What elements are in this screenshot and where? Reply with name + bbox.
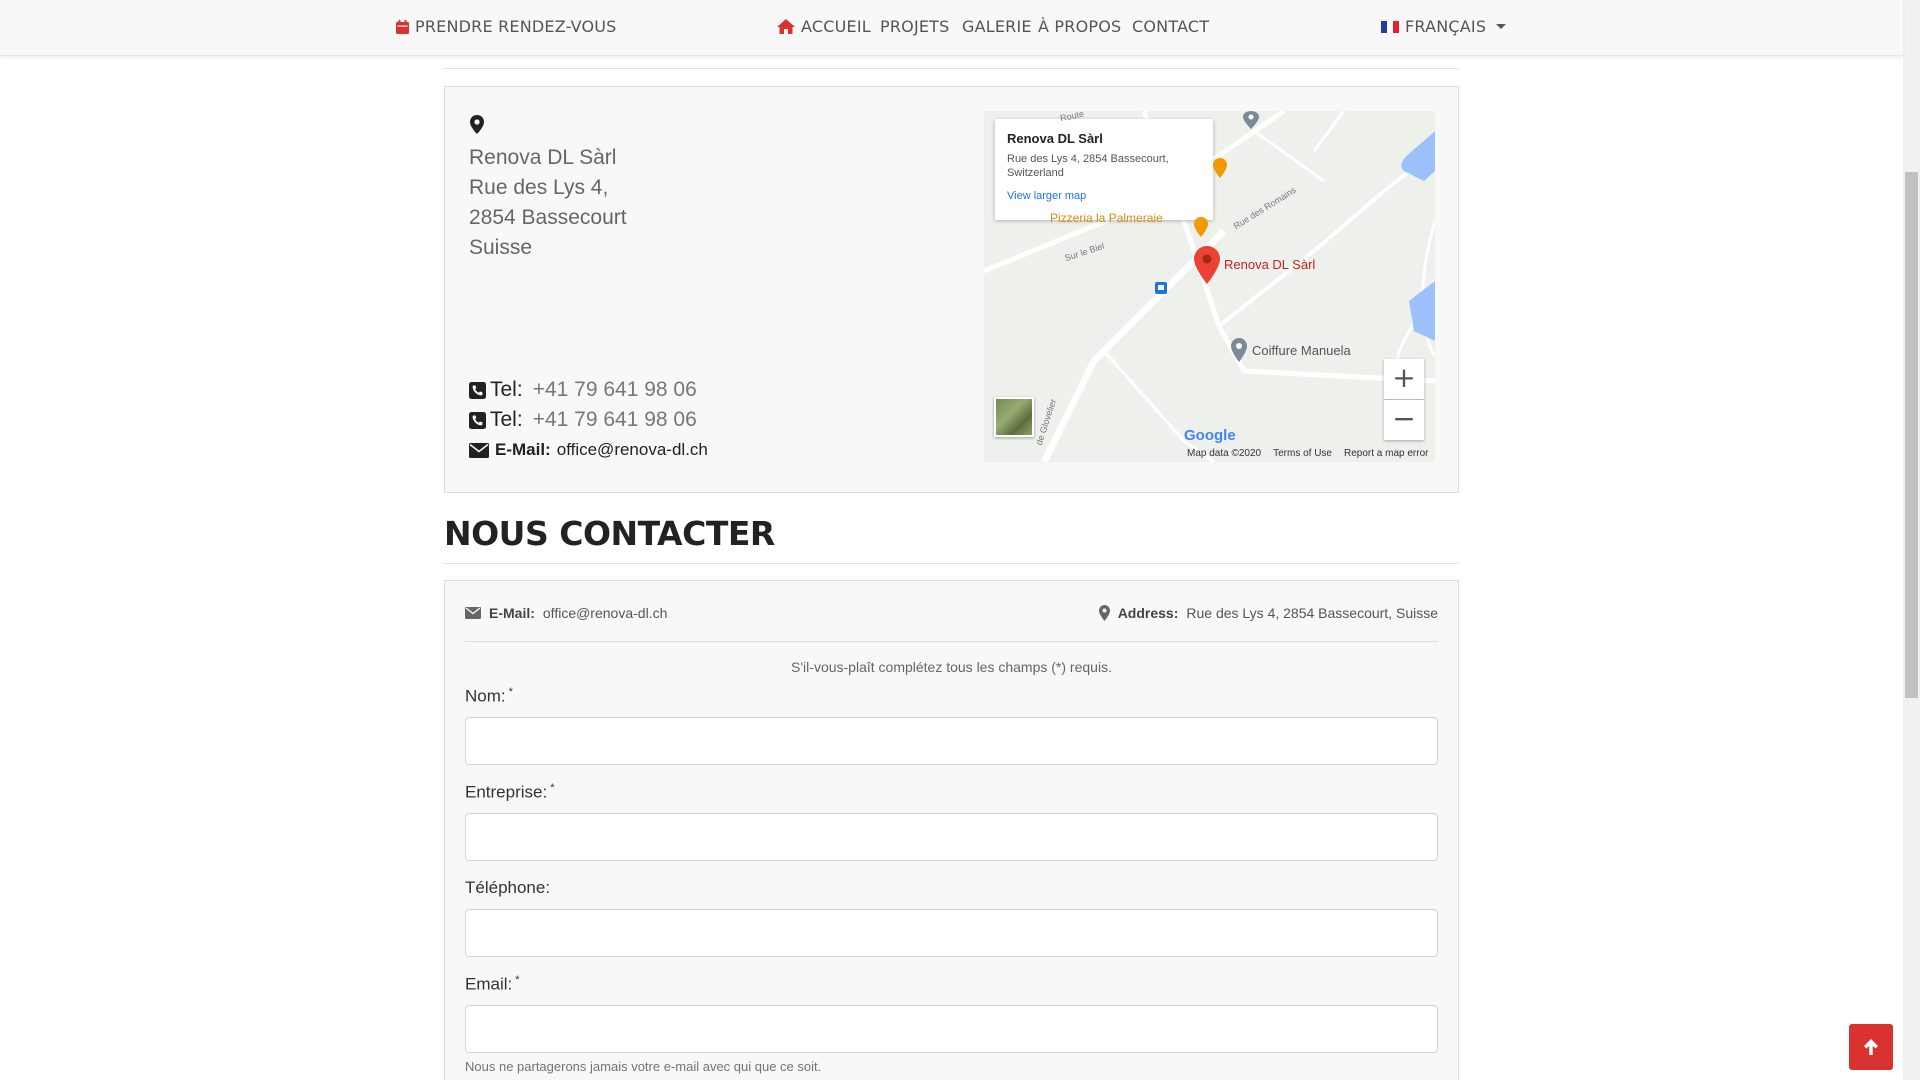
calendar-icon (396, 19, 409, 34)
email-input[interactable] (465, 1005, 1438, 1053)
map-data-credit: Map data ©2020 (1187, 448, 1262, 459)
nav-about[interactable]: À PROPOS (1038, 17, 1121, 36)
street-line: Rue des Lys 4, (469, 176, 609, 199)
phone-number[interactable]: +41 79 641 98 06 (533, 408, 697, 432)
nav-contact[interactable]: CONTACT (1132, 17, 1209, 36)
address-value: Rue des Lys 4, 2854 Bassecourt, Suisse (1186, 605, 1438, 621)
french-flag-icon (1381, 20, 1399, 33)
form-address-info: Address: Rue des Lys 4, 2854 Bassecourt,… (1098, 605, 1438, 621)
language-label: FRANÇAIS (1405, 17, 1487, 36)
required-mark: * (550, 782, 555, 794)
contact-form-card: E-Mail: office@renova-dl.ch Address: Rue… (444, 580, 1459, 1080)
email-label: E-Mail: (489, 605, 535, 621)
divider (465, 641, 1438, 642)
appointment-link[interactable]: PRENDRE RENDEZ-VOUS (396, 17, 617, 36)
city-line: 2854 Bassecourt (469, 206, 627, 229)
bus-stop-icon[interactable] (1155, 282, 1167, 294)
google-map[interactable]: Renova DL Sàrl Rue des Lys 4, 2854 Basse… (984, 111, 1435, 462)
chevron-down-icon (1496, 24, 1507, 29)
poi-pizzeria-label[interactable]: Pizzeria la Palmeraie (1050, 211, 1163, 225)
phone-icon (469, 381, 486, 399)
phone-input[interactable] (465, 909, 1438, 957)
company-name: Renova DL Sàrl (469, 146, 617, 169)
tel-label: Tel: (490, 408, 523, 431)
phone-label: Téléphone: (465, 878, 551, 897)
top-navbar: PRENDRE RENDEZ-VOUS ACCUEIL PROJETS GALE… (0, 0, 1903, 56)
name-label: Nom: * (465, 686, 513, 706)
email-field-label: Email: * (465, 974, 520, 994)
country-line: Suisse (469, 236, 533, 259)
email-help-text: Nous ne partagerons jamais votre e-mail … (465, 1059, 822, 1074)
poi-restaurant-icon[interactable] (1213, 158, 1227, 178)
arrow-up-icon (1864, 1039, 1878, 1055)
map-popup-title: Renova DL Sàrl (1007, 131, 1103, 146)
phone-line: Tel: +41 79 641 98 06 (469, 408, 697, 432)
envelope-icon (469, 442, 489, 458)
back-to-top-button[interactable] (1849, 1024, 1893, 1070)
email-value[interactable]: office@renova-dl.ch (557, 440, 708, 460)
map-zoom-out-button[interactable]: − (1384, 400, 1424, 440)
poi-pin-icon[interactable] (1243, 111, 1259, 129)
poi-restaurant-icon[interactable] (1194, 217, 1208, 237)
map-marker-label: Renova DL Sàrl (1224, 257, 1316, 272)
terms-of-use-link[interactable]: Terms of Use (1273, 448, 1332, 459)
company-input[interactable] (465, 813, 1438, 861)
nav-home-label: ACCUEIL (801, 17, 871, 36)
location-card: Renova DL Sàrl Rue des Lys 4, 2854 Basse… (444, 86, 1459, 493)
map-marker-icon[interactable] (1194, 246, 1220, 284)
report-map-error-link[interactable]: Report a map error (1344, 448, 1428, 459)
email-label: E-Mail: (495, 440, 551, 459)
email-line: E-Mail: office@renova-dl.ch (469, 440, 708, 460)
tel-label: Tel: (490, 378, 523, 401)
scrollbar-thumb[interactable] (1905, 172, 1918, 698)
required-fields-note: S'il-vous-plaît complétez tous les champ… (791, 659, 1112, 675)
phone-icon (469, 411, 486, 429)
appointment-label: PRENDRE RENDEZ-VOUS (415, 17, 617, 36)
view-larger-map-link[interactable]: View larger map (1007, 190, 1201, 202)
google-logo-text: Google (1184, 427, 1236, 444)
address-label: Address: (1117, 605, 1179, 621)
company-label: Entreprise: * (465, 782, 555, 802)
map-info-window: Renova DL Sàrl Rue des Lys 4, 2854 Basse… (995, 119, 1213, 220)
divider (444, 68, 1459, 69)
phone-line: Tel: +41 79 641 98 06 (469, 378, 697, 402)
nav-gallery[interactable]: GALERIE (962, 17, 1032, 36)
form-email-info: E-Mail: office@renova-dl.ch (465, 605, 667, 621)
home-icon (777, 19, 795, 34)
nav-projects[interactable]: PROJETS (880, 17, 950, 36)
address-block: Renova DL Sàrl Rue des Lys 4, 2854 Basse… (469, 143, 627, 263)
map-footer: Map data ©2020 Terms of Use Report a map… (1187, 448, 1428, 459)
language-dropdown[interactable]: FRANÇAIS (1381, 17, 1507, 36)
envelope-icon (465, 607, 481, 619)
google-logo: Google (1184, 427, 1236, 444)
satellite-toggle[interactable] (994, 397, 1034, 437)
map-zoom-in-button[interactable]: + (1384, 359, 1424, 399)
email-value[interactable]: office@renova-dl.ch (543, 605, 667, 621)
required-mark: * (515, 974, 520, 986)
map-pin-icon (1098, 605, 1110, 621)
map-popup-address: Rue des Lys 4, 2854 Bassecourt, Switzerl… (1007, 153, 1169, 179)
required-mark: * (508, 686, 513, 698)
poi-coiffure-label: Coiffure Manuela (1252, 343, 1351, 358)
section-title: NOUS CONTACTER (444, 514, 775, 553)
phone-number[interactable]: +41 79 641 98 06 (533, 378, 697, 402)
nav-home[interactable]: ACCUEIL (777, 17, 871, 36)
poi-pin-icon[interactable] (1231, 338, 1247, 362)
page-scrollbar[interactable] (1903, 0, 1920, 1080)
divider (444, 563, 1459, 564)
map-pin-icon (470, 115, 484, 134)
name-input[interactable] (465, 717, 1438, 765)
